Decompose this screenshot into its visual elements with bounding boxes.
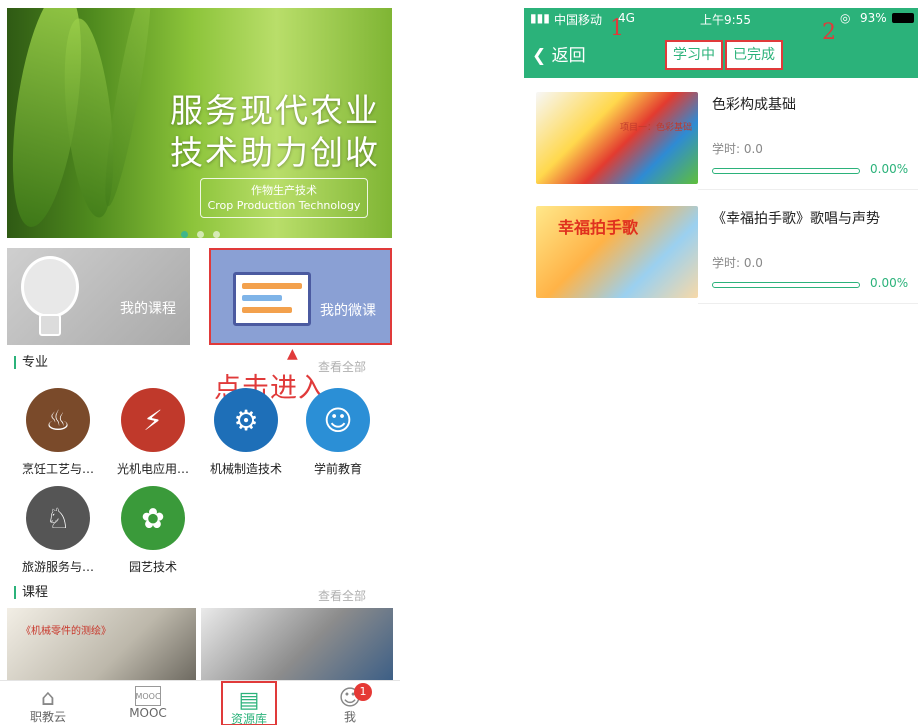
- tourism-logo-icon: ♘: [26, 486, 90, 550]
- major-name: 学前教育: [313, 462, 362, 476]
- major-name: 光机电应用…: [116, 462, 189, 476]
- my-course-card[interactable]: 我的课程: [7, 248, 190, 345]
- banner-tag-cn: 作物生产技术: [251, 184, 317, 197]
- major-name: 机械制造技术: [209, 462, 282, 476]
- back-button[interactable]: ❮ 返回: [532, 41, 586, 66]
- carrier: 中国移动: [554, 13, 603, 27]
- battery-percent: 93%: [860, 11, 887, 25]
- pagination-dot[interactable]: [197, 231, 204, 238]
- major-name: 园艺技术: [128, 560, 177, 574]
- thumbnail-caption: 幸福拍手歌: [558, 218, 639, 237]
- promo-banner[interactable]: 服务现代农业 技术助力创收 作物生产技术 Crop Production Tec…: [7, 8, 392, 238]
- horticulture-logo-icon: ✿: [121, 486, 185, 550]
- chevron-left-icon: ❮: [532, 46, 547, 66]
- major-item[interactable]: ⚙ 机械制造技术: [200, 388, 292, 477]
- thumbnail-caption: 项目一：色彩基础: [620, 123, 693, 133]
- tab-home[interactable]: ⌂ 职教云: [8, 681, 88, 725]
- course-list-item[interactable]: 幸福拍手歌 《幸福拍手歌》歌唱与声势 学时: 0.0 0.00%: [524, 198, 918, 304]
- list-divider: [698, 303, 918, 304]
- tab-me[interactable]: ☺ 我 1: [310, 681, 390, 724]
- machinery-logo-icon: ⚙: [214, 388, 278, 452]
- tab-resource-library[interactable]: ▤ 资源库: [221, 681, 277, 725]
- battery-icon: [892, 13, 914, 23]
- mooc-icon: MOOC: [135, 686, 161, 706]
- courses-section-title: 课程: [14, 586, 48, 599]
- courses-view-all-link[interactable]: 查看全部: [318, 587, 366, 604]
- major-item[interactable]: ♘ 旅游服务与…: [12, 486, 104, 575]
- course-thumbnail[interactable]: [201, 608, 393, 680]
- culinary-logo-icon: ♨: [26, 388, 90, 452]
- annotation-marker-2: 2: [822, 20, 836, 45]
- status-bar: ▮▮▮ 中国移动 4G 上午9:55 ◎ 93%: [524, 8, 918, 28]
- course-hours: 学时: 0.0: [712, 256, 763, 270]
- notification-badge: 1: [354, 683, 372, 701]
- laptop-illustration-icon: [233, 272, 311, 326]
- list-divider: [698, 189, 918, 190]
- course-thumbnail: 项目一：色彩基础: [536, 92, 698, 184]
- tab-mooc[interactable]: MOOC MOOC: [108, 681, 188, 720]
- pagination-dot[interactable]: [213, 231, 220, 238]
- progress-bar: [712, 168, 860, 174]
- progress-percent: 0.00%: [870, 162, 909, 176]
- course-thumbnail-caption: 《机械零件的测绘》: [21, 626, 111, 637]
- optomech-logo-icon: ⚡: [121, 388, 185, 452]
- tab-learning[interactable]: 学习中: [665, 40, 723, 70]
- tab-label: 我: [343, 710, 356, 724]
- tab-label: MOOC: [129, 706, 167, 720]
- major-name: 旅游服务与…: [21, 560, 94, 574]
- major-item[interactable]: ♨ 烹饪工艺与…: [12, 388, 104, 477]
- my-course-label: 我的课程: [120, 301, 176, 317]
- tab-completed[interactable]: 已完成: [725, 40, 783, 70]
- nav-bar: ❮ 返回 学习中 已完成: [524, 28, 918, 78]
- left-phone-screen: 服务现代农业 技术助力创收 作物生产技术 Crop Production Tec…: [0, 0, 400, 725]
- my-micro-course-label: 我的微课: [320, 303, 376, 319]
- banner-tag-en: Crop Production Technology: [207, 199, 361, 212]
- progress-percent: 0.00%: [870, 276, 909, 290]
- lightbulb-icon: [21, 256, 79, 318]
- banner-pagination: [181, 231, 220, 238]
- preschool-logo-icon: ☺: [306, 388, 370, 452]
- banner-tag: 作物生产技术 Crop Production Technology: [200, 178, 368, 218]
- course-title: 色彩构成基础: [712, 97, 796, 113]
- majors-section-title: 专业: [14, 356, 48, 369]
- course-thumbnail: 幸福拍手歌: [536, 206, 698, 298]
- bottom-tab-bar: ⌂ 职教云 MOOC MOOC ▤ 资源库 ☺ 我 1: [0, 680, 400, 725]
- alarm-icon: ◎: [840, 11, 851, 25]
- annotation-marker-1: 1: [610, 16, 624, 41]
- lightbulb-base-icon: [39, 314, 61, 336]
- back-label: 返回: [551, 46, 586, 66]
- banner-headline-2: 技术助力创收: [170, 133, 380, 172]
- major-item[interactable]: ☺ 学前教育: [292, 388, 384, 477]
- my-micro-course-card[interactable]: 我的微课: [209, 248, 392, 345]
- majors-view-all-link[interactable]: 查看全部: [318, 358, 366, 375]
- tab-label: 职教云: [29, 710, 66, 724]
- major-item[interactable]: ⚡ 光机电应用…: [107, 388, 199, 477]
- progress-bar: [712, 282, 860, 288]
- course-list-item[interactable]: 项目一：色彩基础 色彩构成基础 学时: 0.0 0.00%: [524, 84, 918, 190]
- signal-icon: ▮▮▮: [530, 11, 550, 25]
- clock: 上午9:55: [700, 13, 751, 27]
- tab-label: 资源库: [230, 712, 267, 725]
- course-hours: 学时: 0.0: [712, 142, 763, 156]
- pagination-dot[interactable]: [181, 231, 188, 238]
- major-name: 烹饪工艺与…: [21, 462, 94, 476]
- home-icon: ⌂: [41, 685, 55, 711]
- resource-library-icon: ▤: [238, 687, 260, 713]
- annotation-arrow-icon: ▲: [287, 346, 298, 362]
- course-thumbnail[interactable]: 《机械零件的测绘》: [7, 608, 196, 680]
- banner-headline-1: 服务现代农业: [170, 91, 380, 130]
- course-title: 《幸福拍手歌》歌唱与声势: [712, 211, 880, 227]
- right-phone-screen: ▮▮▮ 中国移动 4G 上午9:55 ◎ 93% ❮ 返回 学习中 已完成 1 …: [524, 0, 918, 725]
- major-item[interactable]: ✿ 园艺技术: [107, 486, 199, 575]
